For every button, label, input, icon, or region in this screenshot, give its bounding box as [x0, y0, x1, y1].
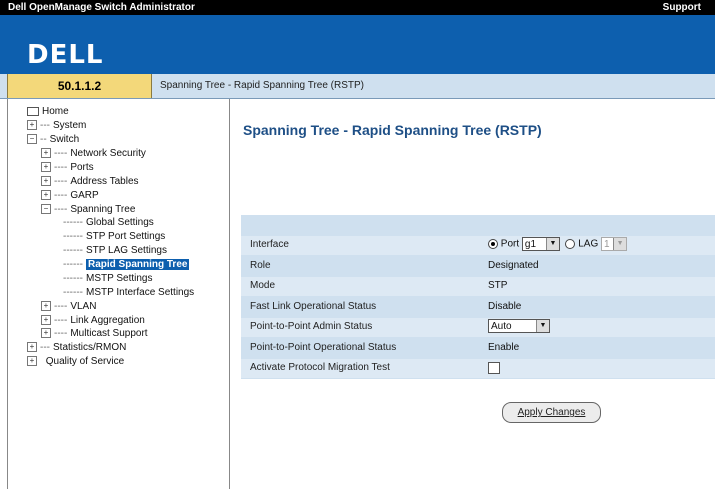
tree-rapid-spanning-tree[interactable]: ------ Rapid Spanning Tree: [63, 259, 190, 270]
interface-row: Interface Port g1 ▼ LAG 1 ▼: [241, 236, 715, 255]
expand-icon[interactable]: +: [27, 120, 37, 131]
port-radio[interactable]: [488, 239, 498, 249]
port-radio-label: Port: [500, 238, 520, 250]
mode-label: Mode: [250, 280, 276, 291]
expand-icon[interactable]: +: [41, 176, 51, 187]
tree-link-aggregation[interactable]: + ---- Link Aggregation: [41, 315, 145, 326]
apply-changes-button[interactable]: Apply Changes: [502, 402, 601, 423]
tree-ports[interactable]: + ---- Ports: [41, 162, 94, 173]
mode-row: Mode STP: [241, 277, 715, 296]
tree-quality-of-service[interactable]: + Quality of Service: [27, 356, 124, 367]
tree-vlan[interactable]: + ---- VLAN: [41, 301, 96, 312]
dell-logo: DELL: [27, 40, 104, 70]
port-select[interactable]: g1 ▼: [521, 237, 560, 251]
lag-select[interactable]: 1 ▼: [601, 237, 628, 251]
tree-statistics-rmon[interactable]: + --- Statistics/RMON: [27, 342, 126, 353]
home-icon: [27, 106, 39, 116]
p2p-admin-label: Point-to-Point Admin Status: [250, 321, 373, 332]
tree-spanning-tree[interactable]: − ---- Spanning Tree: [41, 204, 135, 215]
tree-global-settings[interactable]: ------ Global Settings: [63, 217, 154, 228]
collapse-icon[interactable]: −: [41, 204, 51, 215]
collapse-icon[interactable]: −: [27, 134, 37, 145]
tree-mstp-interface-settings[interactable]: ------ MSTP Interface Settings: [63, 287, 194, 298]
interface-selector: Port g1 ▼ LAG 1 ▼: [488, 237, 628, 251]
p2p-oper-label: Point-to-Point Operational Status: [250, 342, 397, 353]
brand-banner: DELL: [0, 15, 715, 74]
navigation-tree: Home + --- System − -- Switch + ---- Network S…: [7, 99, 230, 489]
mode-value: STP: [488, 280, 508, 291]
expand-icon[interactable]: +: [41, 315, 51, 326]
tree-garp[interactable]: + ---- GARP: [41, 190, 99, 201]
fast-link-row: Fast Link Operational Status Disable: [241, 298, 715, 317]
tree-stp-port-settings[interactable]: ------ STP Port Settings: [63, 231, 165, 242]
chevron-down-icon: ▼: [613, 238, 627, 250]
breadcrumb: Spanning Tree - Rapid Spanning Tree (RST…: [160, 80, 364, 91]
expand-icon[interactable]: +: [27, 356, 37, 367]
p2p-admin-select[interactable]: Auto ▼: [488, 319, 550, 333]
role-row: Role Designated: [241, 257, 715, 276]
p2p-oper-value: Enable: [488, 342, 520, 353]
tree-home[interactable]: Home: [27, 106, 69, 117]
lag-radio-label: LAG: [578, 238, 599, 250]
chevron-down-icon: ▼: [536, 320, 549, 332]
role-label: Role: [250, 260, 271, 271]
interface-label: Interface: [250, 239, 289, 250]
tree-system[interactable]: + --- System: [27, 120, 86, 131]
expand-icon[interactable]: +: [41, 148, 51, 159]
role-value: Designated: [488, 260, 539, 271]
fast-link-label: Fast Link Operational Status: [250, 301, 377, 312]
tree-switch[interactable]: − -- Switch: [27, 134, 79, 145]
tree-address-tables[interactable]: + ---- Address Tables: [41, 176, 139, 187]
tree-multicast-support[interactable]: + ---- Multicast Support: [41, 328, 148, 339]
p2p-oper-row: Point-to-Point Operational Status Enable: [241, 339, 715, 358]
device-ip: 50.1.1.2: [7, 74, 152, 98]
expand-icon[interactable]: +: [41, 162, 51, 173]
app-title: Dell OpenManage Switch Administrator: [8, 2, 195, 13]
expand-icon[interactable]: +: [41, 328, 51, 339]
tree-stp-lag-settings[interactable]: ------ STP LAG Settings: [63, 245, 167, 256]
expand-icon[interactable]: +: [41, 301, 51, 312]
expand-icon[interactable]: +: [41, 190, 51, 201]
protocol-migration-checkbox[interactable]: [488, 362, 500, 374]
page-title: Spanning Tree - Rapid Spanning Tree (RST…: [243, 122, 542, 138]
top-bar: Dell OpenManage Switch Administrator Sup…: [0, 0, 715, 15]
chevron-down-icon: ▼: [545, 238, 559, 250]
p2p-admin-row: Point-to-Point Admin Status Auto ▼: [241, 318, 715, 337]
lag-radio[interactable]: [565, 239, 576, 249]
expand-icon[interactable]: +: [27, 342, 37, 353]
tree-mstp-settings[interactable]: ------ MSTP Settings: [63, 273, 153, 284]
fast-link-value: Disable: [488, 301, 522, 312]
tree-network-security[interactable]: + ---- Network Security: [41, 148, 146, 159]
protocol-migration-label: Activate Protocol Migration Test: [250, 362, 390, 373]
protocol-migration-row: Activate Protocol Migration Test: [241, 359, 715, 378]
support-link[interactable]: Support: [663, 2, 701, 13]
